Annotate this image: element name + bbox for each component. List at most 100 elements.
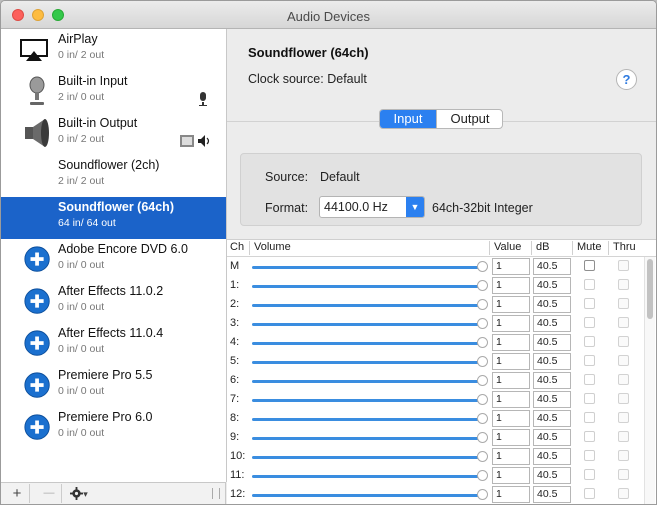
vertical-scrollbar[interactable]: [644, 257, 655, 504]
volume-slider-track[interactable]: [252, 380, 480, 383]
volume-slider-knob[interactable]: [477, 337, 488, 348]
column-header-mute[interactable]: Mute: [577, 241, 601, 253]
volume-slider-track[interactable]: [252, 418, 480, 421]
device-item-adobe-encore[interactable]: Adobe Encore DVD 6.0 0 in/ 0 out: [1, 239, 226, 281]
db-field[interactable]: 40.5: [533, 486, 571, 503]
value-field[interactable]: 1: [492, 334, 530, 351]
mute-checkbox[interactable]: [584, 336, 595, 347]
value-field[interactable]: 1: [492, 410, 530, 427]
volume-slider-track[interactable]: [252, 323, 480, 326]
volume-slider-knob[interactable]: [477, 375, 488, 386]
mute-checkbox[interactable]: [584, 355, 595, 366]
thru-checkbox[interactable]: [618, 488, 629, 499]
scrollbar-thumb[interactable]: [647, 259, 653, 319]
help-button[interactable]: ?: [616, 69, 637, 90]
clock-source-value[interactable]: Default: [327, 72, 367, 86]
thru-checkbox[interactable]: [618, 260, 629, 271]
thru-checkbox[interactable]: [618, 431, 629, 442]
value-field[interactable]: 1: [492, 258, 530, 275]
thru-checkbox[interactable]: [618, 336, 629, 347]
mute-checkbox[interactable]: [584, 260, 595, 271]
mute-checkbox[interactable]: [584, 393, 595, 404]
db-field[interactable]: 40.5: [533, 296, 571, 313]
mute-checkbox[interactable]: [584, 412, 595, 423]
volume-slider-knob[interactable]: [477, 261, 488, 272]
value-field[interactable]: 1: [492, 467, 530, 484]
gear-menu-button[interactable]: ▾: [63, 484, 95, 503]
volume-slider-knob[interactable]: [477, 470, 488, 481]
volume-slider-knob[interactable]: [477, 432, 488, 443]
resize-handle[interactable]: [212, 488, 220, 499]
mute-checkbox[interactable]: [584, 431, 595, 442]
volume-slider-track[interactable]: [252, 304, 480, 307]
mute-checkbox[interactable]: [584, 469, 595, 480]
column-header-thru[interactable]: Thru: [613, 241, 636, 253]
volume-slider-track[interactable]: [252, 266, 480, 269]
value-field[interactable]: 1: [492, 277, 530, 294]
thru-checkbox[interactable]: [618, 393, 629, 404]
value-field[interactable]: 1: [492, 372, 530, 389]
mute-checkbox[interactable]: [584, 488, 595, 499]
device-item-after-effects-1104[interactable]: After Effects 11.0.4 0 in/ 0 out: [1, 323, 226, 365]
volume-slider-track[interactable]: [252, 475, 480, 478]
db-field[interactable]: 40.5: [533, 467, 571, 484]
volume-slider-knob[interactable]: [477, 413, 488, 424]
db-field[interactable]: 40.5: [533, 258, 571, 275]
thru-checkbox[interactable]: [618, 469, 629, 480]
volume-slider-knob[interactable]: [477, 394, 488, 405]
thru-checkbox[interactable]: [618, 450, 629, 461]
remove-device-button[interactable]: —: [37, 484, 62, 503]
volume-slider-knob[interactable]: [477, 280, 488, 291]
thru-checkbox[interactable]: [618, 279, 629, 290]
device-item-built-in-input[interactable]: Built-in Input 2 in/ 0 out: [1, 71, 226, 113]
db-field[interactable]: 40.5: [533, 353, 571, 370]
volume-slider-track[interactable]: [252, 361, 480, 364]
volume-slider-track[interactable]: [252, 437, 480, 440]
volume-slider-knob[interactable]: [477, 451, 488, 462]
device-item-premiere-pro-60[interactable]: Premiere Pro 6.0 0 in/ 0 out: [1, 407, 226, 449]
tab-input[interactable]: Input: [380, 110, 436, 128]
thru-checkbox[interactable]: [618, 298, 629, 309]
volume-slider-knob[interactable]: [477, 489, 488, 500]
mute-checkbox[interactable]: [584, 374, 595, 385]
mute-checkbox[interactable]: [584, 317, 595, 328]
mute-checkbox[interactable]: [584, 298, 595, 309]
volume-slider-track[interactable]: [252, 494, 480, 497]
volume-slider-track[interactable]: [252, 399, 480, 402]
device-item-soundflower-2ch[interactable]: Soundflower (2ch) 2 in/ 2 out: [1, 155, 226, 197]
add-device-button[interactable]: +: [5, 484, 30, 503]
mute-checkbox[interactable]: [584, 279, 595, 290]
db-field[interactable]: 40.5: [533, 334, 571, 351]
db-field[interactable]: 40.5: [533, 391, 571, 408]
value-field[interactable]: 1: [492, 448, 530, 465]
thru-checkbox[interactable]: [618, 355, 629, 366]
volume-slider-track[interactable]: [252, 456, 480, 459]
db-field[interactable]: 40.5: [533, 372, 571, 389]
volume-slider-knob[interactable]: [477, 356, 488, 367]
value-field[interactable]: 1: [492, 391, 530, 408]
db-field[interactable]: 40.5: [533, 315, 571, 332]
thru-checkbox[interactable]: [618, 412, 629, 423]
mute-checkbox[interactable]: [584, 450, 595, 461]
volume-slider-track[interactable]: [252, 285, 480, 288]
column-header-db[interactable]: dB: [536, 241, 549, 253]
volume-slider-knob[interactable]: [477, 318, 488, 329]
value-field[interactable]: 1: [492, 429, 530, 446]
db-field[interactable]: 40.5: [533, 277, 571, 294]
thru-checkbox[interactable]: [618, 374, 629, 385]
device-item-soundflower-64ch[interactable]: Soundflower (64ch) 64 in/ 64 out: [1, 197, 226, 239]
device-item-airplay[interactable]: AirPlay 0 in/ 2 out: [1, 29, 226, 71]
device-item-built-in-output[interactable]: Built-in Output 0 in/ 2 out: [1, 113, 226, 155]
format-select[interactable]: 44100.0 Hz ▼: [319, 196, 425, 218]
volume-slider-track[interactable]: [252, 342, 480, 345]
value-field[interactable]: 1: [492, 353, 530, 370]
thru-checkbox[interactable]: [618, 317, 629, 328]
column-header-value[interactable]: Value: [494, 241, 521, 253]
db-field[interactable]: 40.5: [533, 429, 571, 446]
db-field[interactable]: 40.5: [533, 410, 571, 427]
tab-output[interactable]: Output: [436, 110, 502, 128]
volume-slider-knob[interactable]: [477, 299, 488, 310]
device-item-premiere-pro-55[interactable]: Premiere Pro 5.5 0 in/ 0 out: [1, 365, 226, 407]
column-header-volume[interactable]: Volume: [254, 241, 291, 253]
db-field[interactable]: 40.5: [533, 448, 571, 465]
